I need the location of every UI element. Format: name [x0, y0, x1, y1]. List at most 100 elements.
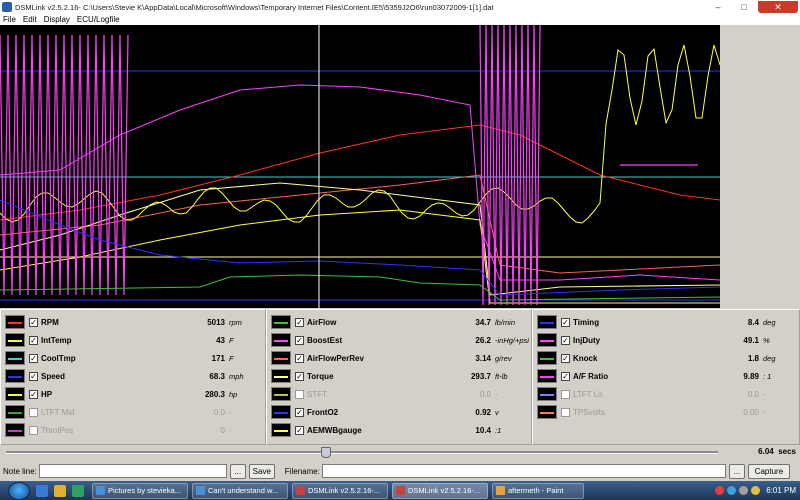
taskbar-item-label: aftermeth - Paint: [508, 486, 564, 495]
taskbar-item-label: Can't understand w...: [208, 486, 279, 495]
channel-row: ✓ Torque 293.7 ft-lb: [267, 367, 531, 385]
taskbar-item[interactable]: Pictures by stevieka...: [92, 482, 188, 499]
channel-color-swatch[interactable]: [271, 387, 291, 401]
channel-checkbox[interactable]: ✓: [561, 317, 570, 327]
taskbar-item-label: DSMLink v2.5.2.16-...: [408, 486, 481, 495]
channel-color-swatch[interactable]: [271, 315, 291, 329]
channel-value: 49.1: [743, 335, 759, 345]
channel-label: HP: [41, 389, 53, 399]
channel-color-swatch[interactable]: [537, 351, 557, 365]
channel-checkbox[interactable]: ✓: [295, 425, 304, 435]
channel-row: ✓ Timing 8.4 deg: [533, 313, 799, 331]
menu-display[interactable]: Display: [44, 15, 70, 24]
channel-value: 34.7: [475, 317, 491, 327]
channel-color-swatch[interactable]: [537, 405, 557, 419]
log-graph-canvas[interactable]: [0, 25, 720, 308]
channel-checkbox[interactable]: ✓: [29, 407, 38, 417]
channel-checkbox[interactable]: ✓: [561, 353, 570, 363]
channel-color-swatch[interactable]: [5, 423, 25, 437]
channel-row: ✓ IntTemp 43 F: [1, 331, 265, 349]
channel-color-swatch[interactable]: [537, 369, 557, 383]
menu-file[interactable]: File: [3, 15, 16, 24]
maximize-button[interactable]: □: [732, 1, 756, 13]
title-bar[interactable]: DSMLink v2.5.2.16- C:\Users\Stevie K\App…: [0, 0, 800, 14]
channel-checkbox[interactable]: ✓: [29, 317, 38, 327]
task-list: Pictures by stevieka... Can't understand …: [88, 482, 584, 499]
channel-row: ✓LTFT Mid 0.0-: [1, 403, 265, 421]
folder-icon[interactable]: [54, 484, 66, 497]
channel-checkbox[interactable]: ✓: [295, 317, 304, 327]
channel-value: 0.92: [475, 407, 491, 417]
tray-network-icon[interactable]: [727, 486, 737, 495]
channel-checkbox[interactable]: ✓: [29, 389, 38, 399]
menu-ecu-logfile[interactable]: ECU/Logfile: [77, 15, 120, 24]
channel-checkbox[interactable]: ✓: [29, 425, 38, 435]
channel-label: IntTemp: [41, 335, 72, 345]
channel-checkbox[interactable]: ✓: [295, 371, 304, 381]
channel-checkbox[interactable]: ✓: [561, 407, 570, 417]
channel-color-swatch[interactable]: [537, 387, 557, 401]
filename-input[interactable]: [321, 464, 726, 478]
channel-checkbox[interactable]: ✓: [561, 371, 570, 381]
tray-app-icon[interactable]: [715, 486, 725, 495]
channel-checkbox[interactable]: ✓: [295, 335, 304, 345]
channel-color-swatch[interactable]: [5, 333, 25, 347]
close-button[interactable]: ✕: [758, 1, 798, 13]
time-slider-thumb[interactable]: [321, 447, 332, 458]
tray-volume-icon[interactable]: [739, 486, 749, 495]
channel-color-swatch[interactable]: [271, 351, 291, 365]
channel-checkbox[interactable]: ✓: [561, 389, 570, 399]
menu-edit[interactable]: Edit: [23, 15, 37, 24]
note-line-input[interactable]: [38, 464, 227, 478]
channel-color-swatch[interactable]: [5, 405, 25, 419]
time-slider-track[interactable]: [6, 451, 718, 454]
channel-color-swatch[interactable]: [537, 333, 557, 347]
channel-color-swatch[interactable]: [5, 387, 25, 401]
channel-unit: -: [763, 407, 766, 417]
channel-row: ✓ CoolTmp 171 F: [1, 349, 265, 367]
taskbar-item[interactable]: Can't understand w...: [192, 482, 288, 499]
channel-checkbox[interactable]: ✓: [295, 353, 304, 363]
note-line-label: Note line:: [3, 466, 37, 476]
save-button[interactable]: Save: [248, 463, 275, 479]
channel-checkbox[interactable]: ✓: [561, 335, 570, 345]
channel-value: 9.89: [743, 371, 759, 381]
channel-color-swatch[interactable]: [5, 315, 25, 329]
channel-color-swatch[interactable]: [5, 351, 25, 365]
note-browse-button[interactable]: ...: [229, 463, 246, 479]
channel-value: 0.00: [743, 407, 759, 417]
channel-label: AirFlowPerRev: [307, 353, 364, 363]
bottom-bar: Note line: ... Save Filename: ... Captur…: [0, 461, 800, 481]
channel-unit: -: [229, 407, 232, 417]
tray-power-icon[interactable]: [751, 486, 761, 495]
channel-label: Speed: [41, 371, 66, 381]
channel-color-swatch[interactable]: [271, 405, 291, 419]
channel-unit: mph: [229, 371, 244, 381]
ie-icon[interactable]: [36, 484, 48, 497]
taskbar-item[interactable]: DSMLink v2.5.2.16-...: [392, 482, 488, 499]
channel-color-swatch[interactable]: [271, 333, 291, 347]
channel-checkbox[interactable]: ✓: [29, 353, 38, 363]
channel-color-swatch[interactable]: [271, 423, 291, 437]
channel-checkbox[interactable]: ✓: [29, 371, 38, 381]
channel-label: Torque: [307, 371, 334, 381]
channel-color-swatch[interactable]: [5, 369, 25, 383]
taskbar-item-icon: [496, 486, 505, 495]
channel-checkbox[interactable]: ✓: [29, 335, 38, 345]
channel-panel-right: ✓ Timing 8.4 deg ✓ InjDuty 49.1% ✓ Knock 1.8 deg ✓ A…: [532, 309, 800, 445]
media-icon[interactable]: [72, 484, 84, 497]
capture-button[interactable]: Capture: [747, 463, 790, 479]
channel-color-swatch[interactable]: [271, 369, 291, 383]
taskbar-item[interactable]: aftermeth - Paint: [492, 482, 584, 499]
start-button[interactable]: [8, 481, 30, 500]
channel-checkbox[interactable]: ✓: [295, 389, 304, 399]
channel-row: ✓STFT 0.0-: [267, 385, 531, 403]
channel-color-swatch[interactable]: [537, 315, 557, 329]
channel-row: ✓ AirFlow 34.7 lb/min: [267, 313, 531, 331]
minimize-button[interactable]: –: [706, 1, 730, 13]
filename-browse-button[interactable]: ...: [728, 463, 745, 479]
log-graph[interactable]: [0, 25, 720, 308]
channel-value: 0: [220, 425, 225, 435]
channel-checkbox[interactable]: ✓: [295, 407, 304, 417]
taskbar-item[interactable]: DSMLink v2.5.2.16-...: [292, 482, 388, 499]
